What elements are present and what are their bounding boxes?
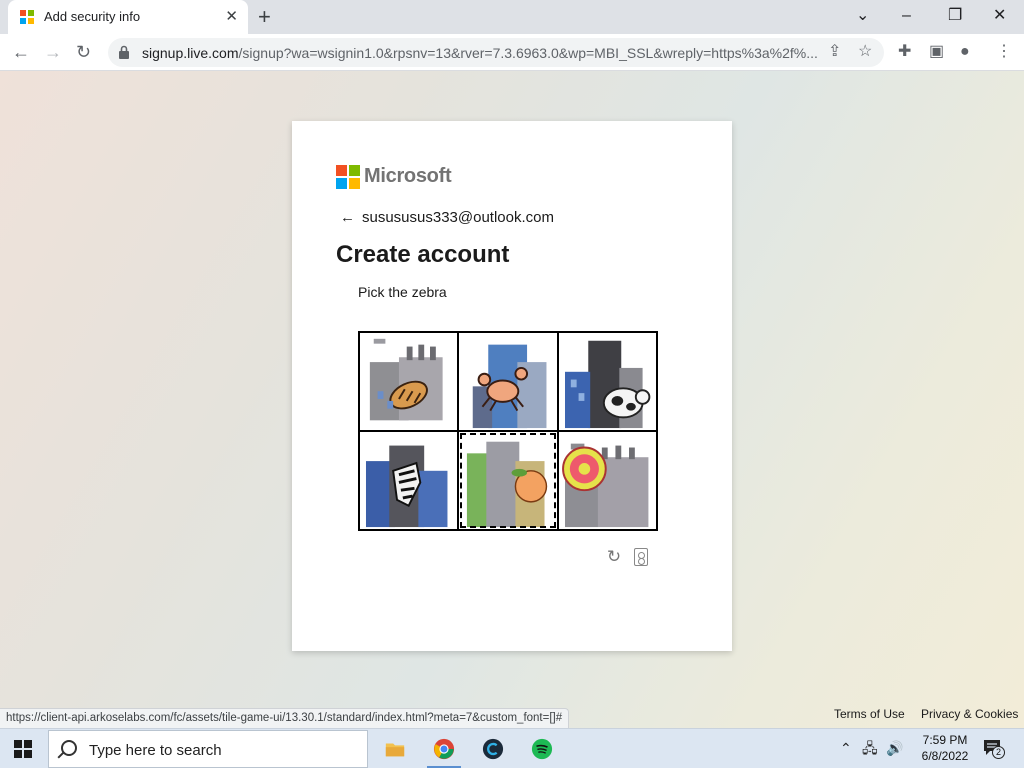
- url-host: signup.live.com: [142, 45, 239, 61]
- window-close-icon[interactable]: ✕: [993, 6, 1006, 26]
- browser-toolbar: ← → ↻ signup.live.com/signup?wa=wsignin1…: [0, 34, 1024, 71]
- zebra-icon: [365, 445, 448, 528]
- link-status-bar: https://client-api.arkoselabs.com/fc/ass…: [0, 708, 570, 728]
- captcha-reload-icon[interactable]: ↻: [604, 547, 624, 567]
- page-background: Microsoft ← susususus333@outlook.com Cre…: [0, 71, 1024, 728]
- browser-tab[interactable]: Add security info ✕: [8, 0, 248, 34]
- ccleaner-app[interactable]: [470, 729, 516, 768]
- tray-chevron-icon[interactable]: ⌃: [840, 739, 852, 757]
- lock-icon: [119, 45, 129, 59]
- notifications-icon[interactable]: 2: [982, 738, 1005, 759]
- menu-kebab-icon[interactable]: ⋮: [996, 43, 1012, 61]
- clock-date: 6/8/2022: [921, 749, 969, 763]
- restore-icon[interactable]: ❐: [948, 6, 962, 26]
- captcha-tile-bread[interactable]: [359, 332, 459, 431]
- privacy-cookies-link[interactable]: Privacy & Cookies: [921, 707, 1018, 721]
- reload-icon[interactable]: ↻: [76, 41, 91, 63]
- captcha-tile-crab[interactable]: [458, 332, 558, 431]
- search-placeholder: Type here to search: [89, 742, 222, 759]
- page-title: Create account: [336, 241, 510, 268]
- spotify-icon: [531, 738, 553, 760]
- terms-of-use-link[interactable]: Terms of Use: [834, 707, 905, 721]
- donut-icon: [561, 443, 649, 528]
- windows-start-icon[interactable]: [14, 740, 32, 758]
- notification-count-badge: 2: [992, 746, 1005, 759]
- back-arrow-icon[interactable]: ←: [340, 209, 355, 226]
- windows-taskbar: Type here to search ⌃ 🖧 🔊 7:59 PM 6/8/20…: [0, 728, 1024, 768]
- url-text[interactable]: signup.live.com/signup?wa=wsignin1.0&rps…: [142, 45, 822, 61]
- captcha-prompt: Pick the zebra: [358, 284, 447, 300]
- captcha-tile-peach[interactable]: [458, 431, 558, 530]
- captcha-tile-cow[interactable]: [557, 332, 657, 431]
- microsoft-favicon-icon: [20, 10, 34, 24]
- captcha-tile-zebra[interactable]: [359, 431, 459, 530]
- tab-search-chevron-icon[interactable]: ⌄: [856, 6, 869, 26]
- back-icon[interactable]: ←: [12, 41, 30, 63]
- captcha-audio-icon[interactable]: [634, 548, 648, 566]
- taskbar-clock[interactable]: 7:59 PM 6/8/2022: [912, 732, 978, 764]
- volume-icon[interactable]: 🔊: [886, 739, 903, 757]
- peach-icon: [467, 441, 548, 528]
- side-panel-icon[interactable]: ▣: [929, 43, 944, 61]
- forward-icon[interactable]: →: [44, 41, 62, 63]
- chrome-icon: [433, 738, 455, 760]
- microsoft-logo-icon: [336, 165, 360, 189]
- folder-icon: [385, 743, 405, 757]
- address-bar[interactable]: signup.live.com/signup?wa=wsignin1.0&rps…: [108, 38, 884, 67]
- network-icon[interactable]: 🖧: [862, 739, 878, 757]
- crab-icon: [473, 344, 547, 429]
- extensions-puzzle-icon[interactable]: ✚: [898, 43, 911, 61]
- chrome-app[interactable]: [421, 729, 467, 768]
- bread-icon: [369, 338, 443, 421]
- search-icon: [61, 740, 77, 756]
- profile-avatar-icon[interactable]: ●: [960, 43, 970, 61]
- account-identity[interactable]: susususus333@outlook.com: [362, 209, 554, 226]
- taskbar-search-box[interactable]: Type here to search: [48, 730, 368, 768]
- microsoft-wordmark: Microsoft: [364, 165, 452, 187]
- browser-titlebar: Add security info ✕ + ⌄ – ❐ ✕: [0, 0, 1024, 34]
- captcha-tile-donut[interactable]: [557, 431, 657, 530]
- spotify-app[interactable]: [519, 729, 565, 768]
- tab-close-icon[interactable]: ✕: [225, 7, 238, 27]
- cow-icon: [564, 340, 651, 429]
- minimize-icon[interactable]: –: [902, 6, 911, 26]
- url-path: /signup?wa=wsignin1.0&rpsnv=13&rver=7.3.…: [238, 45, 818, 61]
- captcha-tile-grid: [358, 331, 658, 531]
- bookmark-star-icon[interactable]: ☆: [858, 43, 872, 61]
- share-icon[interactable]: ⇪: [828, 43, 841, 61]
- new-tab-icon[interactable]: +: [258, 3, 271, 31]
- tab-title: Add security info: [44, 9, 141, 24]
- ccleaner-icon: [482, 738, 504, 760]
- clock-time: 7:59 PM: [922, 733, 968, 747]
- file-explorer-app[interactable]: [372, 729, 418, 768]
- signup-card: Microsoft ← susususus333@outlook.com Cre…: [292, 121, 732, 651]
